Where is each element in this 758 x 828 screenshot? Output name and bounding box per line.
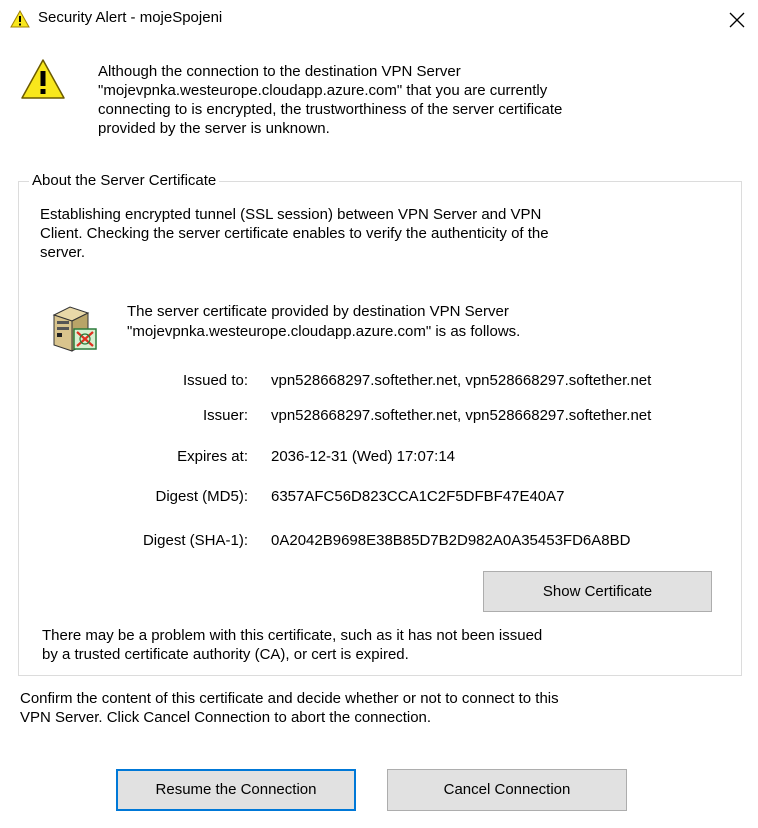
warning-triangle-icon [10,9,30,28]
md5-value: 6357AFC56D823CCA1C2F5DFBF47E40A7 [271,488,565,505]
alert-line: Although the connection to the destinati… [98,63,461,80]
lead-line: "mojevpnka.westeurope.cloudapp.azure.com… [127,323,521,340]
md5-label: Digest (MD5): [155,488,248,505]
issued-to-label: Issued to: [182,372,248,389]
window-title: Security Alert - mojeSpojeni [38,9,223,26]
alert-line: connecting to is encrypted, the trustwor… [98,101,563,118]
server-certificate-icon [48,305,102,355]
issuer-value: vpn528668297.softether.net, vpn528668297… [271,407,652,424]
expires-label: Expires at: [177,448,248,465]
problem-line: There may be a problem with this certifi… [42,627,543,644]
expires-value: 2036-12-31 (Wed) 17:07:14 [271,448,456,465]
issuer-label: Issuer: [202,407,248,424]
confirm-text: Confirm the content of this certificate … [20,689,750,727]
sha1-value: 0A2042B9698E38B85D7B2D982A0A35453FD6A8BD [271,532,631,549]
warning-triangle-icon [20,58,66,100]
show-certificate-button[interactable]: Show Certificate [483,571,712,612]
confirm-line: VPN Server. Click Cancel Connection to a… [20,709,432,726]
intro-line: Client. Checking the server certificate … [40,225,549,242]
issued-to-value: vpn528668297.softether.net, vpn528668297… [271,372,652,389]
alert-message: Although the connection to the destinati… [98,62,738,138]
close-button[interactable] [722,4,752,34]
lead-line: The server certificate provided by desti… [127,303,509,320]
intro-text: Establishing encrypted tunnel (SSL sessi… [40,205,730,262]
alert-line: provided by the server is unknown. [98,120,330,137]
sha1-label: Digest (SHA-1): [142,532,248,549]
intro-line: Establishing encrypted tunnel (SSL sessi… [40,206,542,223]
alert-line: "mojevpnka.westeurope.cloudapp.azure.com… [98,82,548,99]
certificate-lead-text: The server certificate provided by desti… [127,302,520,342]
group-legend: About the Server Certificate [29,172,220,190]
title-bar: Security Alert - mojeSpojeni [0,0,758,38]
problem-line: by a trusted certificate authority (CA),… [42,646,409,663]
cancel-connection-button[interactable]: Cancel Connection [387,769,627,811]
confirm-line: Confirm the content of this certificate … [20,690,559,707]
problem-text: There may be a problem with this certifi… [42,626,732,664]
resume-connection-button[interactable]: Resume the Connection [116,769,356,811]
close-icon [729,12,745,28]
intro-line: server. [40,244,86,261]
